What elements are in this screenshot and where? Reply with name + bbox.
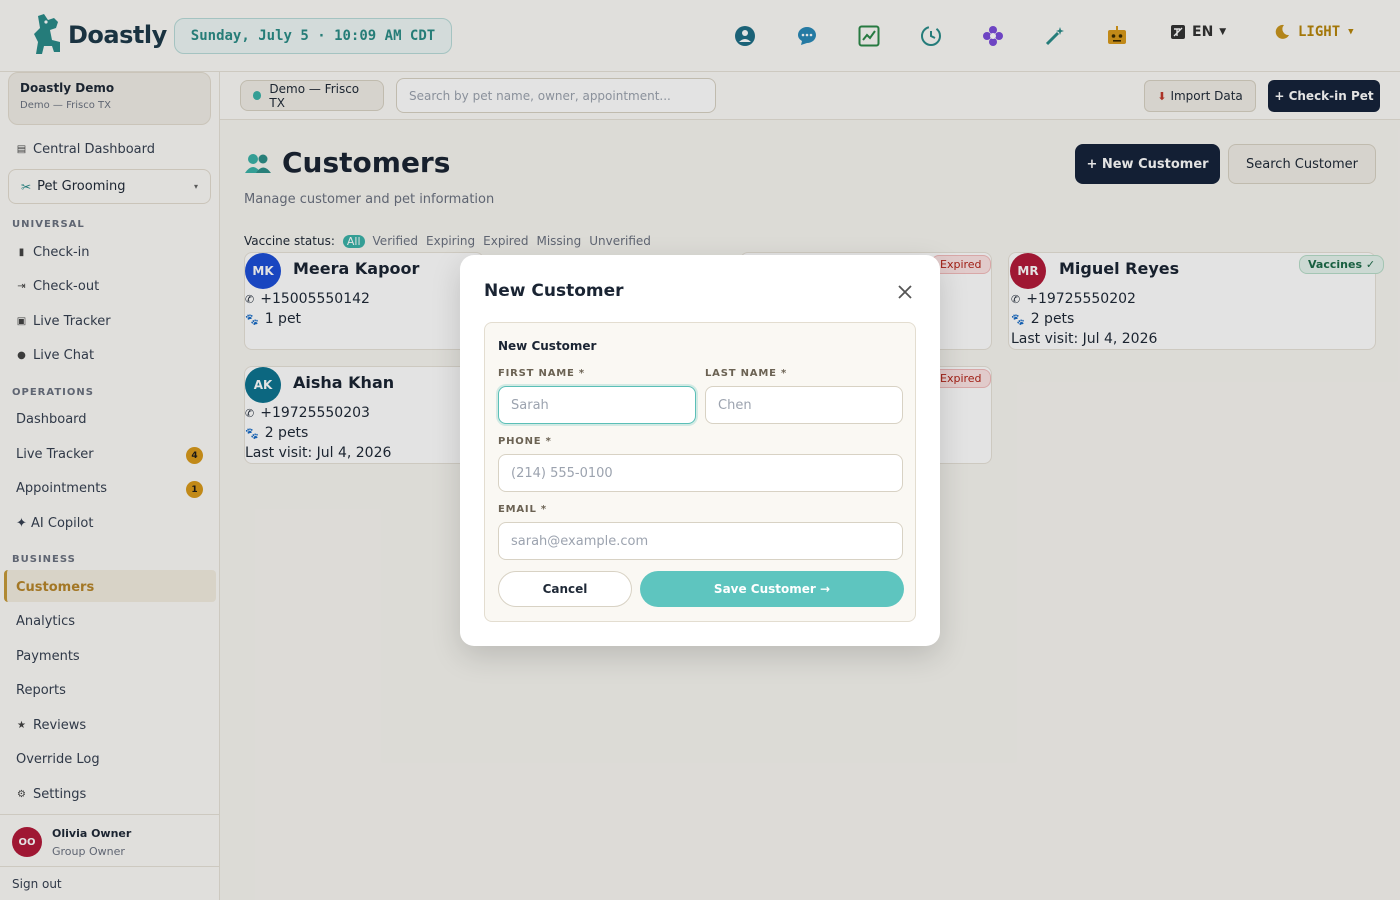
save-customer-button[interactable]: Save Customer → xyxy=(640,571,904,607)
last-name-field[interactable] xyxy=(705,386,903,424)
first-name-label: FIRST NAME * xyxy=(498,368,585,379)
first-name-field[interactable] xyxy=(498,386,696,424)
cancel-button[interactable]: Cancel xyxy=(498,571,632,607)
email-label: EMAIL * xyxy=(498,504,547,515)
form-heading: New Customer xyxy=(498,339,597,353)
close-icon[interactable] xyxy=(894,281,916,303)
last-name-label: LAST NAME * xyxy=(705,368,788,379)
modal-title: New Customer xyxy=(484,281,624,301)
phone-label: PHONE * xyxy=(498,436,552,447)
new-customer-modal: New Customer New Customer FIRST NAME * L… xyxy=(460,255,940,646)
customer-form: New Customer FIRST NAME * LAST NAME * PH… xyxy=(484,322,916,622)
phone-field[interactable] xyxy=(498,454,903,492)
email-field[interactable] xyxy=(498,522,903,560)
